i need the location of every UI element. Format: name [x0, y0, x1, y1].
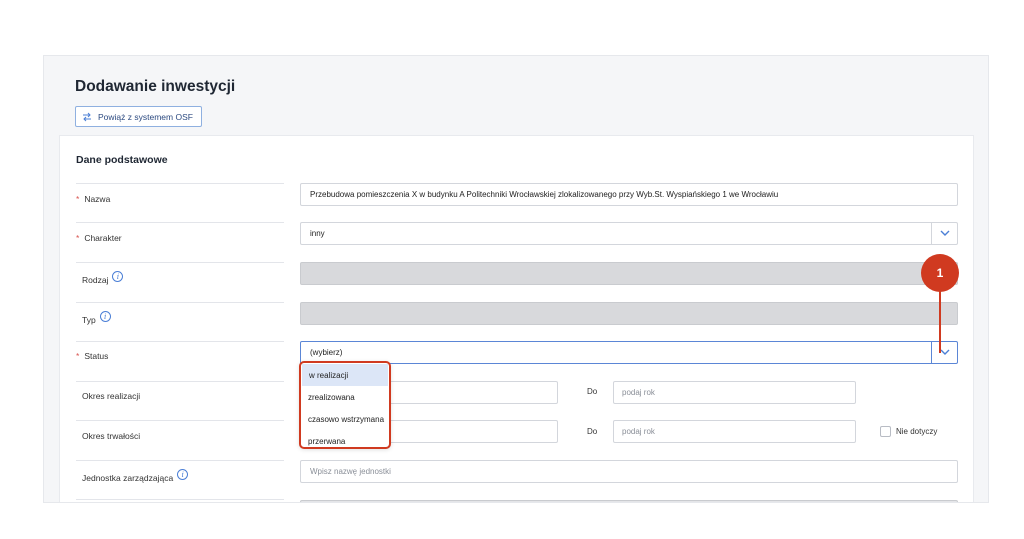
info-icon[interactable]: i	[177, 469, 189, 480]
info-icon[interactable]: i	[99, 311, 111, 322]
status-option[interactable]: w realizacji	[302, 364, 388, 386]
callout-badge: 1	[921, 254, 959, 292]
do-label: Do	[587, 387, 598, 396]
page-title: Dodawanie inwestycji	[75, 78, 236, 95]
label-okres-realizacji: Okres realizacji	[82, 391, 141, 401]
charakter-select[interactable]: inny	[300, 222, 958, 245]
okres-trwalosci-do-input[interactable]: podaj rok	[613, 420, 856, 443]
label-jednostka: Jednostka zarządzająca i	[82, 469, 189, 483]
label-rodzaj: Rodzaj i	[82, 271, 124, 285]
info-icon[interactable]: i	[112, 271, 124, 282]
section-title: Dane podstawowe	[76, 154, 168, 166]
status-option[interactable]: czasowo wstrzymana	[301, 408, 389, 430]
status-options-list: w realizacji zrealizowana czasowo wstrzy…	[299, 361, 391, 449]
osf-button-label: Powiąż z systemem OSF	[98, 111, 193, 122]
chevron-down-icon[interactable]	[931, 223, 957, 244]
jednostka-input[interactable]: Wpisz nazwę jednostki	[300, 460, 958, 483]
label-nazwa: * Nazwa	[76, 194, 111, 204]
link-sync-icon	[83, 112, 91, 121]
label-typ: Typ i	[82, 311, 111, 325]
label-okres-trwalosci: Okres trwałości	[82, 431, 141, 441]
label-status: * Status	[76, 351, 109, 361]
rodzaj-select	[300, 262, 958, 285]
status-option[interactable]: przerwana	[301, 430, 389, 452]
next-field	[300, 500, 958, 502]
okres-realizacji-do-input[interactable]: podaj rok	[613, 381, 856, 404]
form-container: Dodawanie inwestycji Powiąż z systemem O…	[43, 55, 989, 503]
status-option[interactable]: zrealizowana	[301, 386, 389, 408]
nie-dotyczy-label: Nie dotyczy	[896, 427, 938, 436]
link-osf-button[interactable]: Powiąż z systemem OSF	[75, 106, 202, 127]
callout-pointer	[939, 291, 941, 353]
nazwa-input[interactable]: Przebudowa pomieszczenia X w budynku A P…	[300, 183, 958, 206]
nie-dotyczy-checkbox[interactable]	[880, 426, 891, 437]
do-label: Do	[587, 427, 598, 436]
basic-data-card: Dane podstawowe * Nazwa Przebudowa pomies…	[59, 135, 974, 502]
status-select[interactable]: (wybierz)	[300, 341, 958, 364]
typ-select	[300, 302, 958, 325]
chevron-down-icon[interactable]	[931, 342, 957, 363]
label-charakter: * Charakter	[76, 233, 122, 243]
